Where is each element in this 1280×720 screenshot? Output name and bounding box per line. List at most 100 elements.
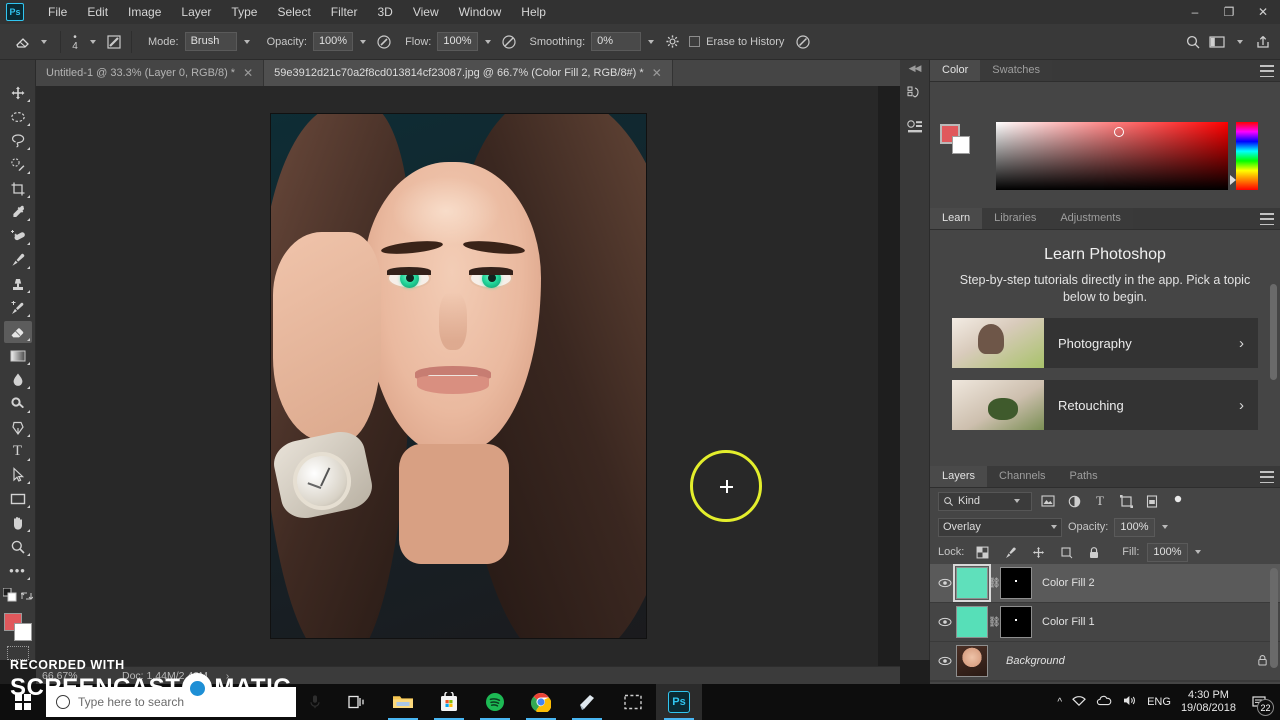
menu-3d[interactable]: 3D	[367, 2, 402, 22]
history-panel-icon[interactable]	[901, 80, 929, 108]
edit-toolbar-tool[interactable]: •••	[4, 560, 32, 582]
layer-name[interactable]: Color Fill 1	[1042, 616, 1280, 628]
brush-settings-icon[interactable]	[103, 31, 125, 53]
swap-colors-icon[interactable]	[19, 589, 33, 607]
tab-libraries[interactable]: Libraries	[982, 208, 1049, 229]
share-icon[interactable]	[1252, 31, 1274, 53]
layer-name[interactable]: Background	[1006, 655, 1257, 667]
spot-healing-brush-tool[interactable]	[4, 225, 32, 247]
menu-type[interactable]: Type	[221, 2, 267, 22]
layer-row-color-fill-2[interactable]: ⛓ Color Fill 2	[930, 564, 1280, 603]
layer-mask-thumbnail[interactable]	[1000, 606, 1032, 638]
menu-window[interactable]: Window	[449, 2, 512, 22]
tool-preset-chevron-icon[interactable]	[41, 39, 47, 44]
layer-visibility-icon[interactable]	[934, 617, 956, 627]
smoothing-input[interactable]: 0%	[591, 32, 661, 51]
type-filter-icon[interactable]: T	[1090, 491, 1110, 511]
layer-filter-kind-select[interactable]: Kind	[938, 491, 1032, 511]
move-tool[interactable]	[4, 82, 32, 104]
restore-button[interactable]: ❐	[1212, 0, 1246, 24]
canvas-area[interactable]	[36, 86, 900, 666]
menu-select[interactable]: Select	[267, 2, 320, 22]
menu-help[interactable]: Help	[511, 2, 556, 22]
pixel-filter-icon[interactable]	[1038, 491, 1058, 511]
lasso-tool[interactable]	[4, 130, 32, 152]
layer-visibility-icon[interactable]	[934, 578, 956, 588]
eraser-tool[interactable]	[3, 321, 32, 343]
panel-menu-icon[interactable]	[1260, 213, 1274, 225]
fill-input[interactable]: 100%	[1147, 542, 1207, 562]
google-chrome-icon[interactable]	[518, 684, 564, 720]
taskbar-search-box[interactable]: Type here to search	[46, 687, 296, 717]
notification-center-icon[interactable]: 22	[1246, 689, 1274, 716]
mode-select[interactable]: Brush	[184, 32, 257, 51]
brush-preset-chevron-icon[interactable]	[90, 39, 96, 44]
zoom-tool[interactable]	[4, 536, 32, 558]
layer-thumbnail[interactable]	[956, 645, 988, 677]
close-icon[interactable]: ✕	[243, 66, 253, 80]
tab-learn[interactable]: Learn	[930, 208, 983, 229]
eyedropper-tool[interactable]	[4, 202, 32, 224]
link-mask-icon[interactable]: ⛓	[988, 578, 1001, 589]
status-menu-chevron-icon[interactable]: ›	[226, 670, 230, 682]
snip-tool-icon[interactable]	[610, 684, 656, 720]
menu-image[interactable]: Image	[118, 2, 171, 22]
tab-color[interactable]: Color	[930, 60, 981, 81]
document-window[interactable]	[36, 86, 878, 666]
tab-channels[interactable]: Channels	[987, 466, 1058, 487]
brush-tool[interactable]	[4, 249, 32, 271]
lock-all-icon[interactable]	[1084, 542, 1104, 562]
history-brush-tool[interactable]	[4, 297, 32, 319]
smart-object-filter-icon[interactable]	[1142, 491, 1162, 511]
crop-tool[interactable]	[4, 178, 32, 200]
properties-panel-icon[interactable]	[901, 114, 929, 142]
close-button[interactable]: ✕	[1246, 0, 1280, 24]
layer-opacity-input[interactable]: 100%	[1114, 517, 1174, 537]
windows-app-icon[interactable]	[564, 684, 610, 720]
lock-image-icon[interactable]	[1000, 542, 1020, 562]
layer-row-background[interactable]: Background	[930, 642, 1280, 681]
adjustment-filter-icon[interactable]	[1064, 491, 1084, 511]
show-hidden-icons[interactable]: ^	[1057, 697, 1062, 708]
task-view-icon[interactable]	[334, 684, 380, 720]
hue-slider[interactable]	[1236, 122, 1258, 190]
menu-view[interactable]: View	[403, 2, 449, 22]
search-icon[interactable]	[1182, 31, 1204, 53]
elliptical-marquee-tool[interactable]	[4, 106, 32, 128]
color-spectrum[interactable]	[996, 122, 1228, 190]
menu-edit[interactable]: Edit	[77, 2, 118, 22]
link-mask-icon[interactable]: ⛓	[988, 617, 1001, 628]
document-tab-jpg[interactable]: 59e3912d21c70a2f8cd013814cf23087.jpg @ 6…	[264, 60, 673, 86]
background-color-swatch[interactable]	[952, 136, 970, 154]
tab-swatches[interactable]: Swatches	[980, 60, 1052, 81]
quick-selection-tool[interactable]	[4, 154, 32, 176]
lock-transparency-icon[interactable]	[972, 542, 992, 562]
microphone-icon[interactable]	[296, 694, 334, 710]
lock-artboard-icon[interactable]	[1056, 542, 1076, 562]
menu-filter[interactable]: Filter	[321, 2, 368, 22]
default-colors-icon[interactable]	[2, 587, 17, 607]
workspace-icon[interactable]	[1206, 31, 1228, 53]
volume-icon[interactable]	[1122, 694, 1137, 710]
tab-adjustments[interactable]: Adjustments	[1048, 208, 1133, 229]
learn-card-retouching[interactable]: Retouching ›	[952, 380, 1258, 430]
tab-layers[interactable]: Layers	[930, 466, 988, 487]
gear-icon[interactable]	[661, 31, 683, 53]
start-button[interactable]	[0, 684, 46, 720]
path-selection-tool[interactable]	[4, 465, 32, 487]
clone-stamp-tool[interactable]	[4, 273, 32, 295]
menu-layer[interactable]: Layer	[171, 2, 221, 22]
panel-menu-icon[interactable]	[1260, 65, 1274, 77]
layer-thumbnail[interactable]	[956, 606, 988, 638]
smoothing-options-icon[interactable]	[498, 31, 520, 53]
image-canvas[interactable]	[271, 114, 646, 638]
foreground-background-color[interactable]	[3, 613, 32, 642]
tab-paths[interactable]: Paths	[1057, 466, 1110, 487]
rectangle-tool[interactable]	[4, 488, 32, 510]
layer-row-color-fill-1[interactable]: ⛓ Color Fill 1	[930, 603, 1280, 642]
brush-size-value[interactable]: 4	[67, 41, 83, 51]
onedrive-icon[interactable]	[1096, 695, 1112, 709]
blend-mode-select[interactable]: Overlay	[938, 517, 1062, 537]
learn-card-photography[interactable]: Photography ›	[952, 318, 1258, 368]
taskbar-clock[interactable]: 4:30 PM 19/08/2018	[1181, 689, 1236, 715]
